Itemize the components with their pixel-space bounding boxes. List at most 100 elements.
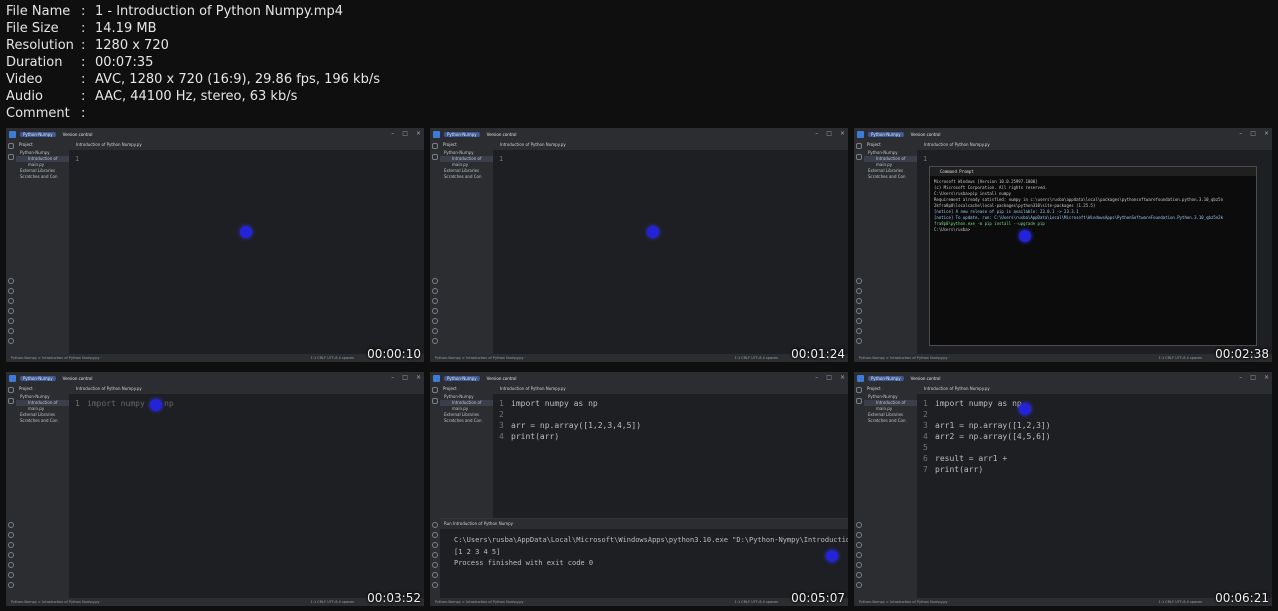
- code-editor[interactable]: 1 import numpy as np: [69, 394, 424, 598]
- vcs-label[interactable]: Version control: [484, 376, 520, 381]
- minimize-icon[interactable]: –: [815, 128, 818, 140]
- minimize-icon[interactable]: –: [391, 128, 394, 140]
- code-editor[interactable]: 1: [69, 150, 424, 354]
- project-pill[interactable]: Python-Numpy: [444, 131, 480, 137]
- tool-icon[interactable]: [432, 532, 438, 538]
- vcs-label[interactable]: Version control: [60, 376, 96, 381]
- structure-icon[interactable]: [856, 154, 862, 160]
- tool-icon[interactable]: [8, 572, 14, 578]
- video-thumbnail[interactable]: Python-Numpy Version control – □ × Project Pyt…: [430, 372, 848, 606]
- tool-icon[interactable]: [432, 308, 438, 314]
- command-prompt-window[interactable]: Command Prompt Microsoft Windows [Version…: [929, 166, 1257, 346]
- vcs-label[interactable]: Version control: [60, 132, 96, 137]
- tree-item[interactable]: Scratches and Con: [16, 174, 69, 180]
- video-thumbnail[interactable]: Python-Numpy Version control – □ × Project Pyt…: [854, 128, 1272, 362]
- close-icon[interactable]: ×: [416, 128, 421, 140]
- structure-icon[interactable]: [8, 154, 14, 160]
- tool-icon[interactable]: [856, 582, 862, 588]
- tool-icon[interactable]: [856, 522, 862, 528]
- structure-icon[interactable]: [856, 398, 862, 404]
- tool-icon[interactable]: [432, 318, 438, 324]
- maximize-icon[interactable]: □: [402, 372, 408, 384]
- project-icon[interactable]: [8, 143, 14, 149]
- tool-icon[interactable]: [8, 278, 14, 284]
- tool-icon[interactable]: [856, 308, 862, 314]
- project-icon[interactable]: [432, 143, 438, 149]
- tree-item[interactable]: Scratches and Con: [864, 174, 917, 180]
- project-pill[interactable]: Python-Numpy: [868, 375, 904, 381]
- tool-icon[interactable]: [432, 298, 438, 304]
- tool-icon[interactable]: [432, 522, 438, 528]
- tool-icon[interactable]: [8, 328, 14, 334]
- minimize-icon[interactable]: –: [815, 372, 818, 384]
- tool-icon[interactable]: [432, 328, 438, 334]
- tool-icon[interactable]: [432, 582, 438, 588]
- project-pill[interactable]: Python-Numpy: [20, 375, 56, 381]
- maximize-icon[interactable]: □: [1250, 372, 1256, 384]
- video-thumbnail[interactable]: Python-Numpy Version control – □ × Project Pyt…: [6, 128, 424, 362]
- structure-icon[interactable]: [432, 154, 438, 160]
- tool-icon[interactable]: [856, 562, 862, 568]
- project-icon[interactable]: [432, 387, 438, 393]
- minimize-icon[interactable]: –: [391, 372, 394, 384]
- code-editor[interactable]: 1 import numpy as np 2 3 arr = np.array([1,2…: [493, 394, 848, 518]
- maximize-icon[interactable]: □: [1250, 128, 1256, 140]
- run-tab[interactable]: Run Introduction of Python Numpy: [440, 519, 848, 529]
- project-pill[interactable]: Python-Numpy: [868, 131, 904, 137]
- tree-item[interactable]: Scratches and Con: [440, 418, 493, 424]
- video-thumbnail[interactable]: Python-Numpy Version control – □ × Project Pyt…: [6, 372, 424, 606]
- tool-icon[interactable]: [8, 308, 14, 314]
- project-icon[interactable]: [856, 143, 862, 149]
- project-pill[interactable]: Python-Numpy: [20, 131, 56, 137]
- tool-icon[interactable]: [432, 542, 438, 548]
- tool-icon[interactable]: [856, 338, 862, 344]
- tool-icon[interactable]: [432, 288, 438, 294]
- video-thumbnail[interactable]: Python-Numpy Version control – □ × Project Pyt…: [430, 128, 848, 362]
- close-icon[interactable]: ×: [1264, 372, 1269, 384]
- minimize-icon[interactable]: –: [1239, 372, 1242, 384]
- tool-icon[interactable]: [856, 278, 862, 284]
- tool-icon[interactable]: [856, 298, 862, 304]
- tool-icon[interactable]: [856, 288, 862, 294]
- tool-icon[interactable]: [8, 532, 14, 538]
- tool-icon[interactable]: [856, 532, 862, 538]
- close-icon[interactable]: ×: [1264, 128, 1269, 140]
- tool-icon[interactable]: [8, 582, 14, 588]
- tool-icon[interactable]: [8, 338, 14, 344]
- tool-icon[interactable]: [432, 572, 438, 578]
- tree-item[interactable]: Scratches and Con: [440, 174, 493, 180]
- tool-icon[interactable]: [432, 338, 438, 344]
- structure-icon[interactable]: [432, 398, 438, 404]
- tool-icon[interactable]: [856, 328, 862, 334]
- tool-icon[interactable]: [8, 318, 14, 324]
- tool-icon[interactable]: [856, 552, 862, 558]
- structure-icon[interactable]: [8, 398, 14, 404]
- tool-icon[interactable]: [856, 542, 862, 548]
- project-icon[interactable]: [8, 387, 14, 393]
- vcs-label[interactable]: Version control: [908, 376, 944, 381]
- tool-icon[interactable]: [432, 278, 438, 284]
- project-icon[interactable]: [856, 387, 862, 393]
- code-editor[interactable]: 1: [493, 150, 848, 354]
- tree-item[interactable]: Scratches and Con: [864, 418, 917, 424]
- vcs-label[interactable]: Version control: [908, 132, 944, 137]
- maximize-icon[interactable]: □: [826, 128, 832, 140]
- tool-icon[interactable]: [856, 572, 862, 578]
- project-pill[interactable]: Python-Numpy: [444, 375, 480, 381]
- minimize-icon[interactable]: –: [1239, 128, 1242, 140]
- tool-icon[interactable]: [432, 552, 438, 558]
- maximize-icon[interactable]: □: [402, 128, 408, 140]
- tool-icon[interactable]: [8, 552, 14, 558]
- maximize-icon[interactable]: □: [826, 372, 832, 384]
- tool-icon[interactable]: [432, 562, 438, 568]
- tree-item[interactable]: Scratches and Con: [16, 418, 69, 424]
- code-editor[interactable]: 1 import numpy as np 2 3 arr1 = np.array([1,…: [917, 394, 1272, 598]
- tool-icon[interactable]: [8, 288, 14, 294]
- vcs-label[interactable]: Version control: [484, 132, 520, 137]
- tool-icon[interactable]: [8, 562, 14, 568]
- tool-icon[interactable]: [8, 542, 14, 548]
- tool-icon[interactable]: [8, 522, 14, 528]
- tool-icon[interactable]: [856, 318, 862, 324]
- close-icon[interactable]: ×: [416, 372, 421, 384]
- tool-icon[interactable]: [8, 298, 14, 304]
